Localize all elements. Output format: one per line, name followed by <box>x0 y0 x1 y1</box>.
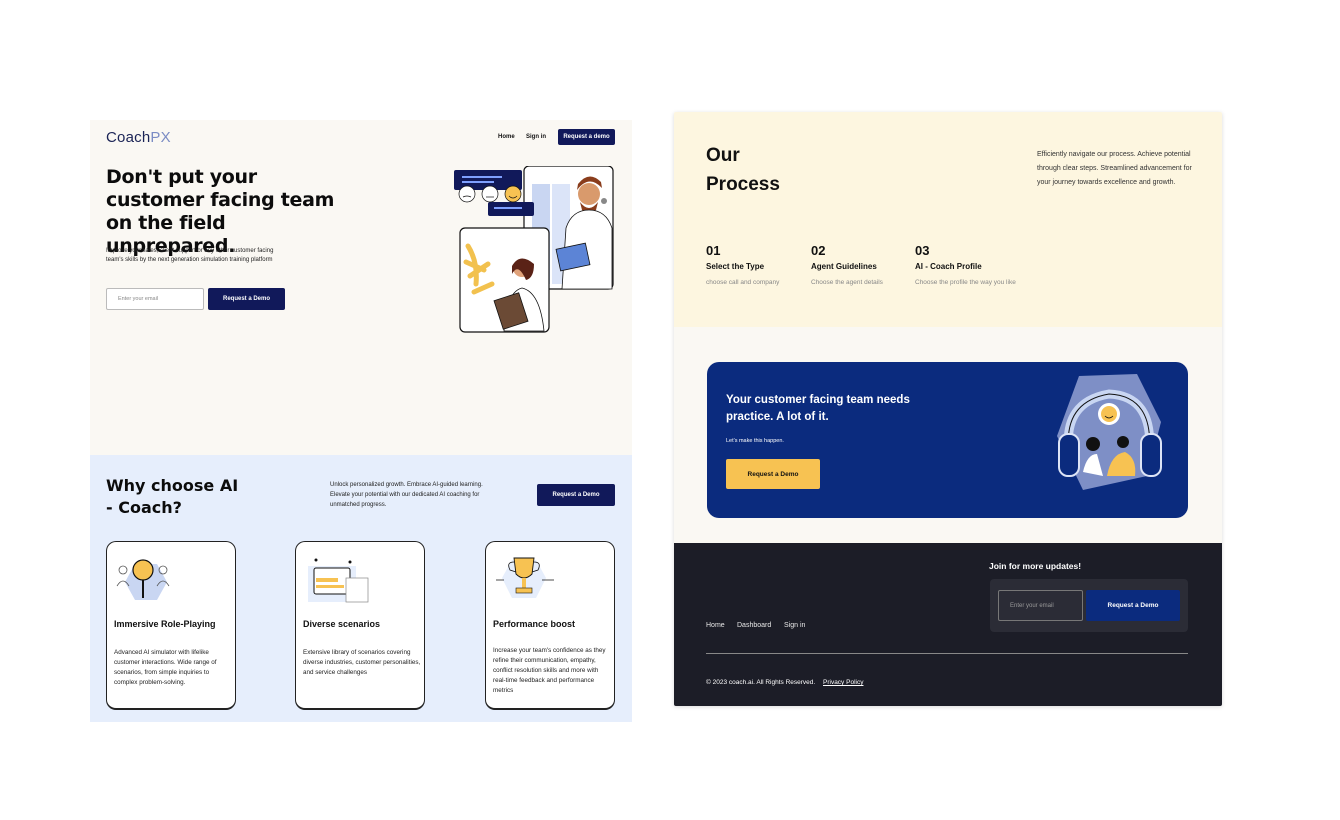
logo-main: Coach <box>106 129 151 146</box>
process-step-2: 02 Agent Guidelines Choose the agent det… <box>811 243 911 287</box>
process-title: Our Process <box>706 145 780 195</box>
cta-request-demo-button[interactable]: Request a Demo <box>726 459 820 489</box>
nav-request-demo-button[interactable]: Request a demo <box>558 129 615 145</box>
process-step-1: 01 Select the Type choose call and compa… <box>706 243 806 287</box>
footer: Join for more updates! Enter your email … <box>674 543 1222 706</box>
footer-link-home[interactable]: Home <box>706 622 725 629</box>
nav-home-link[interactable]: Home <box>498 134 515 140</box>
hero-illustration <box>454 166 614 333</box>
cta-title: Your customer facing team needs practice… <box>726 394 910 423</box>
why-choose-section: Why choose AI - Coach? Unlock personaliz… <box>90 455 632 722</box>
hero-subtitle: Improve your sales, client support or an… <box>106 248 274 263</box>
cta-section: Your customer facing team needs practice… <box>674 327 1222 543</box>
nav-sign-in-link[interactable]: Sign in <box>526 134 546 140</box>
feature-card-desc: Extensive library of scenarios covering … <box>303 649 421 676</box>
step-desc: choose call and company <box>706 279 780 286</box>
step-desc: Choose the profile the way you like <box>915 279 1016 286</box>
cta-banner: Your customer facing team needs practice… <box>707 362 1188 518</box>
process-step-3: 03 AI - Coach Profile Choose the profile… <box>915 243 1016 287</box>
feature-card-title: Immersive Role-Playing <box>114 619 216 629</box>
process-page-screenshot: Our Process Efficiently navigate our pro… <box>674 112 1222 706</box>
feature-card-desc: Increase your team's confidence as they … <box>493 647 606 694</box>
step-title: Select the Type <box>706 262 765 271</box>
process-text: Efficiently navigate our process. Achiev… <box>1037 151 1192 186</box>
step-title: AI - Coach Profile <box>915 262 982 271</box>
footer-link-sign-in[interactable]: Sign in <box>784 622 805 629</box>
top-nav: CoachPX Home Sign in Request a demo <box>90 120 632 154</box>
footer-email-input[interactable]: Enter your email <box>998 590 1083 621</box>
footer-link-dashboard[interactable]: Dashboard <box>737 622 771 629</box>
footer-request-demo-button[interactable]: Request a Demo <box>1086 590 1180 621</box>
feature-card-desc: Advanced AI simulator with lifelike cust… <box>114 649 217 686</box>
magnifier-people-icon <box>116 559 170 600</box>
footer-copyright: © 2023 coach.ai. All Rights Reserved. <box>706 679 816 686</box>
why-choose-text: Unlock personalized growth. Embrace AI-g… <box>330 482 483 508</box>
step-number: 02 <box>811 243 826 258</box>
step-number: 03 <box>915 243 930 258</box>
footer-privacy-link[interactable]: Privacy Policy <box>823 679 863 686</box>
hero-request-demo-button[interactable]: Request a Demo <box>208 288 285 310</box>
why-choose-title: Why choose AI - Coach? <box>106 476 239 517</box>
trophy-icon <box>496 557 554 598</box>
process-section: Our Process Efficiently navigate our pro… <box>674 112 1222 327</box>
landing-page-screenshot: CoachPX Home Sign in Request a demo Don'… <box>90 120 632 722</box>
hero-email-input[interactable]: Enter your email <box>106 288 204 310</box>
feature-card-title: Diverse scenarios <box>303 619 381 629</box>
feature-card-role-playing: Immersive Role-Playing Advanced AI simul… <box>106 541 236 710</box>
hero-title: Don't put your customer facing team on t… <box>106 166 335 257</box>
step-desc: Choose the agent details <box>811 279 883 286</box>
footer-divider <box>706 653 1188 654</box>
cta-subtitle: Let's make this happen. <box>726 438 784 444</box>
why-request-demo-button[interactable]: Request a Demo <box>537 484 615 506</box>
logo[interactable]: CoachPX <box>106 129 171 146</box>
step-number: 01 <box>706 243 721 258</box>
feature-card-performance: Performance boost Increase your team's c… <box>485 541 615 710</box>
browser-windows-icon <box>308 558 369 603</box>
feature-card-scenarios: Diverse scenarios Extensive library of s… <box>295 541 425 710</box>
headset-illustration <box>1057 374 1162 490</box>
footer-subscribe-box: Enter your email Request a Demo <box>990 579 1188 632</box>
logo-accent: PX <box>150 129 171 146</box>
feature-card-title: Performance boost <box>493 619 576 629</box>
footer-join-title: Join for more updates! <box>989 561 1082 571</box>
step-title: Agent Guidelines <box>811 262 877 271</box>
